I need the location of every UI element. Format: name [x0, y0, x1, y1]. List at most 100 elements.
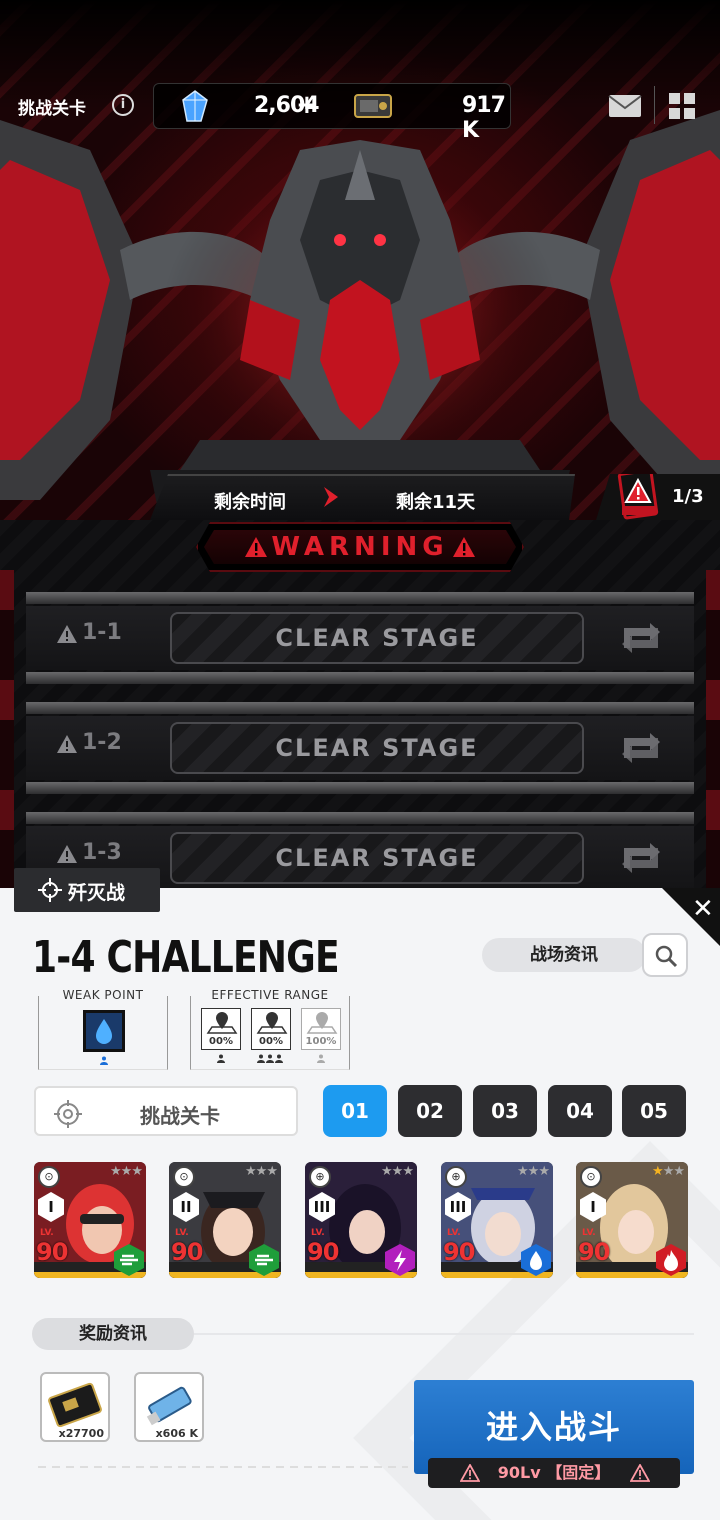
rail — [26, 812, 694, 824]
swap-icon[interactable] — [620, 732, 662, 764]
level-requirement-text: 90Lv 【固定】 — [497, 1463, 611, 1482]
chevron-right-icon — [322, 486, 340, 508]
burst-slot-icon: ⊕ — [445, 1166, 467, 1188]
divider — [194, 1333, 694, 1335]
swap-icon[interactable] — [620, 622, 662, 654]
reward-qty: x27700 — [56, 1427, 106, 1440]
clear-stage-button[interactable]: CLEAR STAGE — [170, 612, 584, 664]
map-pin-icon — [256, 1012, 288, 1034]
ticket-amount: 917 K — [462, 93, 506, 143]
search-button[interactable] — [642, 933, 688, 977]
burst-slot-icon: ⊙ — [173, 1166, 195, 1188]
range-cell: 100% — [301, 1008, 341, 1050]
burst-slot-icon: ⊙ — [38, 1166, 60, 1188]
tab-05[interactable]: 05 — [622, 1085, 686, 1137]
challenge-title: 1-4 CHALLENGE — [32, 932, 340, 983]
add-gems-button[interactable]: + — [296, 90, 318, 120]
warning-triangle-icon — [630, 1464, 650, 1482]
swap-icon[interactable] — [620, 842, 662, 874]
stage-id: 1-3 — [82, 840, 122, 865]
challenge-stage-selector[interactable]: 挑战关卡 — [34, 1086, 298, 1136]
boss-banner: 挑战关卡 i 2,604 + 917 K 剩余时间 剩余11天 1/3 — [0, 0, 720, 520]
weak-point-box: WEAK POINT — [38, 988, 168, 1070]
character-card[interactable]: ⊙ I ★★★ LV. 90 — [34, 1162, 146, 1278]
reward-item-core[interactable]: x606 K — [134, 1372, 204, 1442]
mode-tab-annihilation[interactable]: 歼灭战 — [14, 868, 160, 912]
stars: ★★★ — [381, 1164, 414, 1179]
range-percent: 100% — [305, 1036, 337, 1047]
stars: ★★★ — [110, 1164, 143, 1179]
tab-03[interactable]: 03 — [473, 1085, 537, 1137]
stage-row-1-1: 1-1 CLEAR STAGE — [26, 592, 694, 684]
stage-row-1-2: 1-2 CLEAR STAGE — [26, 702, 694, 794]
rail — [26, 672, 694, 684]
top-bar: 挑战关卡 i 2,604 + 917 K — [0, 80, 720, 143]
gem-icon — [182, 90, 208, 122]
currency-bar: 2,604 + 917 K — [153, 83, 511, 143]
person-icon — [275, 1054, 283, 1063]
effective-range-label: EFFECTIVE RANGE — [211, 988, 329, 1002]
person-icon — [317, 1054, 325, 1063]
level: 90 — [443, 1238, 475, 1266]
level: 90 — [307, 1238, 339, 1266]
person-icon — [257, 1054, 265, 1063]
divider — [38, 1466, 408, 1468]
character-card[interactable]: ⊕ III ★★★ LV. 90 — [305, 1162, 417, 1278]
level-tag: LV. — [447, 1228, 461, 1238]
level: 90 — [171, 1238, 203, 1266]
remaining-time-value: 剩余11天 — [396, 492, 476, 513]
level-requirement: 90Lv 【固定】 — [428, 1458, 680, 1488]
burst-slot-icon: ⊕ — [309, 1166, 331, 1188]
mail-icon[interactable] — [608, 94, 642, 118]
reward-info-label: 奖励资讯 — [32, 1318, 194, 1350]
enter-battle-label: 进入战斗 — [485, 1408, 622, 1446]
range-cell: 00% — [201, 1008, 241, 1050]
character-card[interactable]: ⊙ II ★★★ LV. 90 — [169, 1162, 281, 1278]
level-tag: LV. — [40, 1228, 54, 1238]
reward-item-credits[interactable]: x27700 — [40, 1372, 110, 1442]
mode-label: 歼灭战 — [68, 882, 126, 904]
ticket-icon — [354, 94, 392, 118]
tab-02[interactable]: 02 — [398, 1085, 462, 1137]
map-pin-icon — [206, 1012, 238, 1034]
tab-04[interactable]: 04 — [548, 1085, 612, 1137]
rail — [26, 782, 694, 794]
rail — [26, 592, 694, 604]
person-icon — [217, 1054, 225, 1063]
danger-counter[interactable]: 1/3 — [596, 474, 720, 520]
map-pin-icon — [306, 1012, 338, 1034]
warning-triangle-icon — [57, 845, 77, 863]
stage-id: 1-1 — [82, 620, 122, 645]
search-icon — [655, 945, 678, 968]
range-cell: 00% — [251, 1008, 291, 1050]
tab-01[interactable]: 01 — [323, 1085, 387, 1137]
warning-triangle-icon — [57, 625, 77, 643]
danger-count: 1/3 — [672, 486, 704, 507]
water-element-icon — [83, 1010, 125, 1052]
remaining-time-bar: 剩余时间 剩余11天 — [150, 474, 575, 520]
target-icon — [54, 1100, 82, 1128]
character-card[interactable]: ⊙ I ★★★ LV. 90 — [576, 1162, 688, 1278]
level-tag: LV. — [582, 1228, 596, 1238]
left-rail — [0, 570, 14, 900]
burst-slot-icon: ⊙ — [580, 1166, 602, 1188]
warning-banner: WARNING — [196, 522, 524, 572]
person-icon — [100, 1056, 108, 1065]
menu-grid-icon[interactable] — [668, 92, 696, 120]
close-icon: ✕ — [692, 894, 714, 924]
page-title: 挑战关卡 — [18, 99, 86, 119]
info-icon[interactable]: i — [112, 94, 134, 116]
stage-id: 1-2 — [82, 730, 122, 755]
range-percent: 00% — [259, 1036, 283, 1047]
remaining-time-label: 剩余时间 — [214, 492, 286, 513]
level: 90 — [578, 1238, 610, 1266]
warning-triangle-icon — [452, 536, 476, 558]
clear-stage-button[interactable]: CLEAR STAGE — [170, 832, 584, 884]
character-card[interactable]: ⊕ III ★★★ LV. 90 — [441, 1162, 553, 1278]
battlefield-intel-button[interactable]: 战场资讯 — [482, 938, 646, 972]
range-percent: 00% — [209, 1036, 233, 1047]
rail — [26, 702, 694, 714]
stars: ★★★ — [652, 1164, 685, 1179]
clear-stage-button[interactable]: CLEAR STAGE — [170, 722, 584, 774]
divider — [654, 86, 655, 124]
